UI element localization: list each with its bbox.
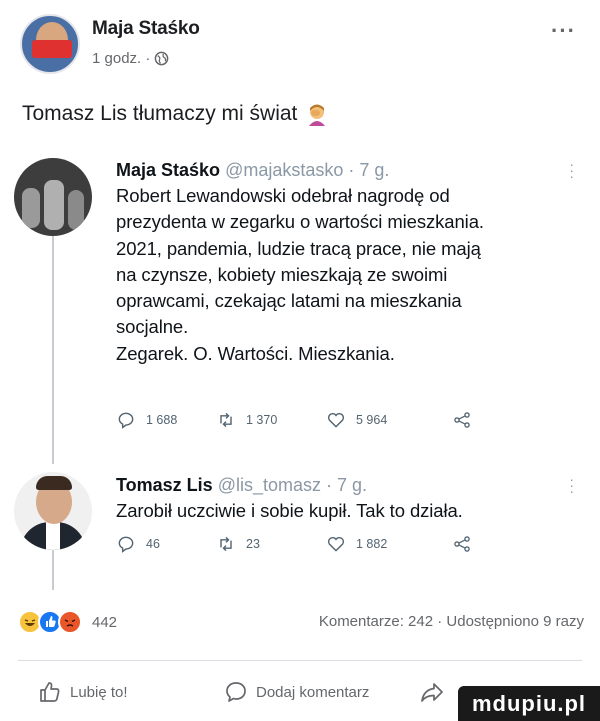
post-text-content: Tomasz Lis tłumaczy mi świat: [22, 102, 298, 125]
tweet-more-icon[interactable]: · · ·: [569, 472, 574, 498]
tweet-more-icon[interactable]: · · ·: [569, 157, 574, 183]
thumbs-up-icon: [40, 682, 60, 702]
tweet-avatar-maja[interactable]: [14, 158, 92, 236]
tweet-maja: Maja Staśko @majakstasko · 7 g. · · · Robe…: [116, 157, 586, 367]
retweet-button[interactable]: 1 370: [216, 410, 277, 430]
share-button[interactable]: [452, 534, 472, 554]
author-avatar[interactable]: [20, 14, 80, 74]
thread-connector: [52, 228, 54, 464]
like-count: 5 964: [356, 413, 388, 427]
reply-button[interactable]: 46: [116, 534, 160, 554]
avatar-figure: [44, 180, 64, 230]
more-options-icon[interactable]: ···: [551, 18, 576, 44]
globe-icon: [155, 51, 169, 66]
post-meta: 1 godz. ·: [92, 50, 169, 67]
avatar-shirt: [46, 522, 60, 550]
like-post-button[interactable]: Lubię to!: [38, 680, 128, 704]
heart-icon: [327, 537, 345, 552]
tweet-actions: 1 688 1 370 5 964: [116, 410, 516, 434]
tweet-body: Robert Lewandowski odebrał nagrodę od pr…: [116, 185, 484, 364]
tweet-avatar-lis[interactable]: [14, 472, 92, 550]
author-name[interactable]: Maja Staśko: [92, 18, 200, 40]
share-post-button[interactable]: [420, 680, 444, 704]
comment-icon: [226, 682, 246, 702]
reply-count: 1 688: [146, 413, 178, 427]
angry-reaction-icon: [58, 610, 82, 634]
heart-icon: [327, 413, 345, 428]
reactions-count: 442: [92, 613, 118, 631]
share-icon: [454, 412, 470, 428]
like-post-label: Lubię to!: [70, 683, 128, 701]
reply-icon: [118, 412, 134, 429]
retweet-count: 1 370: [246, 413, 278, 427]
share-arrow-icon: [421, 683, 443, 702]
share-icon: [454, 536, 470, 552]
share-button[interactable]: [452, 410, 472, 430]
retweet-icon: [220, 536, 232, 552]
avatar-figure: [22, 188, 40, 228]
tweet-header: Maja Staśko @majakstasko · 7 g.: [116, 157, 586, 183]
avatar-figure: [68, 190, 84, 230]
facepalm-emoji-icon: [309, 104, 326, 126]
comment-button[interactable]: Dodaj komentarz: [224, 680, 369, 704]
tweet-author-name[interactable]: Tomasz Lis: [116, 475, 213, 495]
comments-shares-summary[interactable]: Komentarze: 242 · Udostępniono 9 razy: [319, 613, 584, 630]
tweet-author-name[interactable]: Maja Staśko: [116, 160, 220, 180]
post-text: Tomasz Lis tłumaczy mi świat: [22, 102, 329, 126]
tweet-handle[interactable]: @lis_tomasz · 7 g.: [218, 475, 367, 495]
retweet-icon: [220, 412, 232, 428]
post-time[interactable]: 1 godz. ·: [92, 50, 150, 67]
reactions-summary[interactable]: 442: [18, 610, 117, 634]
retweet-button[interactable]: 23: [216, 534, 260, 554]
tweet-lis: Tomasz Lis @lis_tomasz · 7 g. · · · Zarobi…: [116, 472, 586, 524]
like-button[interactable]: 1 882: [326, 534, 387, 554]
tweet-handle[interactable]: @majakstasko · 7 g.: [225, 160, 389, 180]
tweet-actions: 46 23 1 882: [116, 534, 516, 558]
reply-count: 46: [146, 537, 160, 551]
tweet-header: Tomasz Lis @lis_tomasz · 7 g.: [116, 472, 586, 498]
divider: [18, 660, 582, 661]
watermark-logo: mdupiu.pl: [458, 686, 600, 721]
avatar-badge: [32, 40, 72, 58]
retweet-count: 23: [246, 537, 260, 551]
reply-icon: [118, 536, 134, 553]
avatar-hair: [36, 476, 72, 490]
reply-button[interactable]: 1 688: [116, 410, 177, 430]
like-count: 1 882: [356, 537, 388, 551]
comment-label: Dodaj komentarz: [256, 683, 370, 701]
like-button[interactable]: 5 964: [326, 410, 387, 430]
tweet-body: Zarobił uczciwie i sobie kupił. Tak to d…: [116, 500, 463, 521]
post-header: Maja Staśko 1 godz. · ···: [20, 8, 580, 78]
thread-connector-end: [52, 548, 54, 590]
